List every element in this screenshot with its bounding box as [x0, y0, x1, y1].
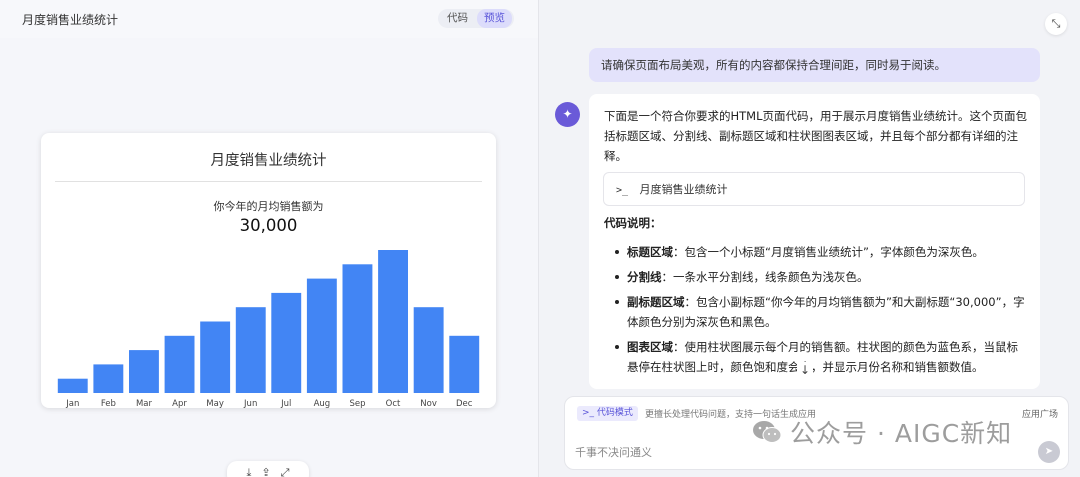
bar-jun[interactable] [235, 307, 266, 393]
bar-jul[interactable] [271, 292, 302, 393]
bar-oct[interactable] [378, 250, 408, 393]
x-tick-label: May [206, 399, 224, 408]
x-tick-label: Aug [314, 399, 331, 408]
list-item: 分割线：一条水平分割线，线条颜色为浅灰色。 [613, 267, 1028, 287]
share-icon[interactable]: ⇪ [261, 466, 270, 477]
bar-sep[interactable] [342, 264, 373, 393]
assistant-logo-icon: ✦ [555, 102, 580, 127]
x-tick-label: Dec [456, 399, 473, 408]
preview-actions: ⤓ ⇪ ⤢ [227, 461, 309, 477]
bar-dec[interactable] [449, 335, 480, 393]
assistant-message: 下面是一个符合你要求的HTML页面代码，用于展示月度销售业绩统计。这个页面包括标… [589, 94, 1040, 389]
x-tick-label: Jul [280, 399, 291, 408]
arrow-down-icon[interactable]: ↓ [797, 362, 813, 378]
list-item: 标题区域：包含一个小标题“月度销售业绩统计”，字体颜色为深灰色。 [613, 242, 1028, 262]
bar-mar[interactable] [129, 350, 159, 393]
sales-card: 月度销售业绩统计 你今年的月均销售额为 30,000 Jan Feb Mar Apr M… [41, 133, 496, 408]
list-item: 副标题区域：包含小副标题“你今年的月均销售额为”和大副标题“30,000”，字体… [613, 292, 1028, 332]
bullet-text: ：包含小副标题“你今年的月均销售额为”和大副标题“30,000”，字体颜色分别为… [627, 295, 1025, 329]
x-tick-label: Oct [386, 399, 401, 408]
code-block-link[interactable]: >_ 月度销售业绩统计 [603, 172, 1025, 206]
wechat-logo-icon [753, 421, 782, 443]
bar-feb[interactable] [93, 364, 124, 393]
x-tick-label: Mar [136, 399, 153, 408]
collapse-icon[interactable]: ⤡ [1045, 13, 1067, 35]
bar-jan[interactable] [57, 378, 88, 393]
x-tick-label: Jun [243, 399, 257, 408]
bullet-term: 分割线 [627, 270, 662, 284]
bullet-text: ：一条水平分割线，线条颜色为浅灰色。 [661, 270, 869, 284]
user-message: 请确保页面布局美观，所有的内容都保持合理间距，同时易于阅读。 [589, 48, 1040, 82]
code-block-label: 月度销售业绩统计 [639, 183, 728, 196]
code-mode-chip[interactable]: >_ 代码模式 [577, 406, 638, 421]
bullet-text: ：包含一个小标题“月度销售业绩统计”，字体颜色为深灰色。 [673, 245, 984, 259]
preview-title: 月度销售业绩统计 [22, 13, 119, 27]
watermark: 公众号 · AIGC新知 [752, 414, 1012, 450]
bullet-term: 图表区域 [627, 340, 673, 354]
view-toggle: 代码 预览 [438, 9, 514, 28]
download-icon[interactable]: ⤓ [247, 466, 252, 477]
bar-aug[interactable] [306, 278, 337, 393]
bar-apr[interactable] [164, 335, 195, 393]
list-item: 图表区域：使用柱状图展示每个月的销售额。柱状图的颜色为蓝色系，当鼠标悬停在柱状图… [613, 337, 1028, 377]
bullet-text: ：使用柱状图展示每个月的销售额。柱状图的颜色为蓝色系，当鼠标悬停在柱状图上时，颜… [627, 340, 1018, 374]
x-tick-label: Feb [101, 399, 116, 408]
preview-pane: 月度销售业绩统计 代码 预览 月度销售业绩统计 你今年的月均销售额为 30,00… [0, 0, 538, 477]
sales-bar-chart: Jan Feb Mar Apr May Jun Jul Aug Sep Oct Nov Dec [57, 250, 480, 408]
assistant-intro: 下面是一个符合你要求的HTML页面代码，用于展示月度销售业绩统计。这个页面包括标… [604, 109, 1027, 163]
tab-code[interactable]: 代码 [440, 9, 475, 28]
preview-header: 月度销售业绩统计 代码 预览 [0, 0, 538, 38]
tab-preview[interactable]: 预览 [477, 9, 512, 28]
bullet-term: 副标题区域 [627, 295, 685, 309]
watermark-text: 公众号 · AIGC新知 [790, 419, 1013, 448]
bullet-term: 标题区域 [627, 245, 673, 259]
expand-icon[interactable]: ⤢ [281, 466, 290, 477]
terminal-icon: >_ [616, 185, 629, 196]
send-icon[interactable]: ➤ [1038, 441, 1060, 463]
bar-may[interactable] [200, 321, 231, 394]
explain-title: 代码说明： [604, 216, 662, 230]
x-tick-label: Jan [65, 399, 79, 408]
x-tick-label: Nov [420, 399, 437, 408]
x-tick-label: Apr [172, 399, 187, 408]
x-tick-label: Sep [349, 399, 365, 408]
explain-list: 标题区域：包含一个小标题“月度销售业绩统计”，字体颜色为深灰色。 分割线：一条水… [613, 242, 1028, 382]
app-plaza-link[interactable]: 应用广场 [1022, 407, 1058, 420]
bar-nov[interactable] [413, 307, 444, 393]
